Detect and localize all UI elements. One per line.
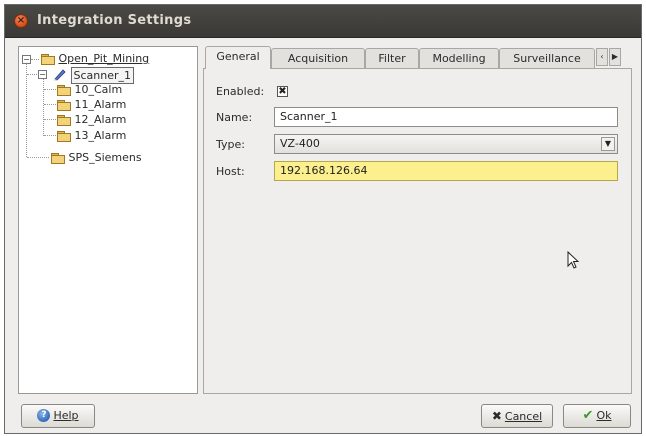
folder-icon — [57, 115, 71, 126]
title-bar: × Integration Settings — [5, 5, 641, 38]
help-button-label: Help — [53, 409, 79, 422]
integration-settings-window: × Integration Settings − Open_Pit_Mining… — [4, 4, 642, 434]
root-expander-icon[interactable]: − — [22, 55, 31, 64]
cancel-button[interactable]: ✖ Cancel — [481, 404, 553, 428]
folder-icon — [57, 100, 71, 111]
host-field[interactable]: 192.168.126.64 — [274, 161, 618, 181]
tree-item-label: 13_Alarm — [74, 129, 127, 142]
help-button[interactable]: ? Help — [21, 404, 95, 428]
scanner-expander-icon[interactable]: − — [38, 70, 47, 79]
tab-modelling[interactable]: Modelling — [419, 48, 499, 68]
tree-line — [27, 74, 37, 75]
tree-item-scanner-1[interactable]: Scanner_1 — [53, 67, 135, 84]
tab-filter[interactable]: Filter — [365, 48, 419, 68]
chevron-down-icon[interactable]: ▼ — [601, 137, 615, 151]
tree-item-label: Open_Pit_Mining — [58, 52, 150, 65]
tree-line — [26, 64, 27, 157]
host-label: Host: — [216, 165, 245, 178]
settings-tab-panel: General Acquisition Filter Modelling Sur… — [203, 46, 632, 394]
window-title: Integration Settings — [37, 13, 192, 28]
tree-line — [44, 104, 56, 105]
tree-item-13-alarm[interactable]: 13_Alarm — [57, 128, 126, 143]
name-label: Name: — [216, 111, 253, 124]
enabled-checkbox[interactable]: ✖ — [277, 86, 288, 97]
tree-item-label: 11_Alarm — [74, 98, 127, 111]
type-dropdown[interactable]: VZ-400 ▼ — [274, 134, 618, 154]
mouse-cursor-icon — [567, 251, 580, 269]
tree-item-label: SPS_Siemens — [68, 151, 142, 164]
folder-icon — [41, 54, 55, 65]
ok-button[interactable]: ✔ Ok — [563, 404, 631, 428]
tree-item-label: 10_Calm — [74, 83, 123, 96]
tree-line — [44, 89, 56, 90]
type-selected-value: VZ-400 — [280, 137, 320, 150]
tree-line — [31, 59, 39, 60]
tree-line — [43, 79, 44, 136]
integration-tree[interactable]: − Open_Pit_Mining − Scanner_1 10_Calm 11… — [18, 46, 198, 394]
general-tab-content: Enabled: ✖ Name: Scanner_1 Type: VZ-400 … — [203, 68, 632, 394]
folder-icon — [57, 85, 71, 96]
help-icon: ? — [37, 408, 51, 422]
tree-item-10-calm[interactable]: 10_Calm — [57, 82, 122, 97]
checkmark-icon: ✔ — [582, 408, 594, 423]
tab-surveillance[interactable]: Surveillance — [499, 48, 595, 68]
tab-scroll-left-icon[interactable]: ‹ — [596, 48, 608, 66]
tree-line — [44, 119, 56, 120]
tree-line — [27, 157, 49, 158]
cancel-icon: ✖ — [491, 409, 502, 423]
close-icon[interactable]: × — [14, 14, 28, 28]
folder-icon — [51, 153, 65, 164]
type-label: Type: — [216, 138, 245, 151]
tree-item-12-alarm[interactable]: 12_Alarm — [57, 112, 126, 127]
tree-item-open-pit-mining[interactable]: Open_Pit_Mining — [41, 51, 149, 66]
tab-scroll-right-icon[interactable]: ▶ — [609, 48, 621, 66]
tab-bar: General Acquisition Filter Modelling Sur… — [203, 46, 632, 69]
tree-line — [44, 135, 56, 136]
name-field[interactable]: Scanner_1 — [274, 107, 618, 127]
tree-item-11-alarm[interactable]: 11_Alarm — [57, 97, 126, 112]
pencil-icon — [54, 69, 66, 81]
tree-item-label: 12_Alarm — [74, 113, 127, 126]
tab-acquisition[interactable]: Acquisition — [271, 48, 365, 68]
ok-button-label: Ok — [596, 409, 612, 422]
enabled-label: Enabled: — [216, 85, 265, 98]
tree-item-sps-siemens[interactable]: SPS_Siemens — [51, 150, 142, 165]
cancel-button-label: Cancel — [504, 410, 543, 423]
folder-icon — [57, 131, 71, 142]
tab-general[interactable]: General — [205, 46, 271, 69]
